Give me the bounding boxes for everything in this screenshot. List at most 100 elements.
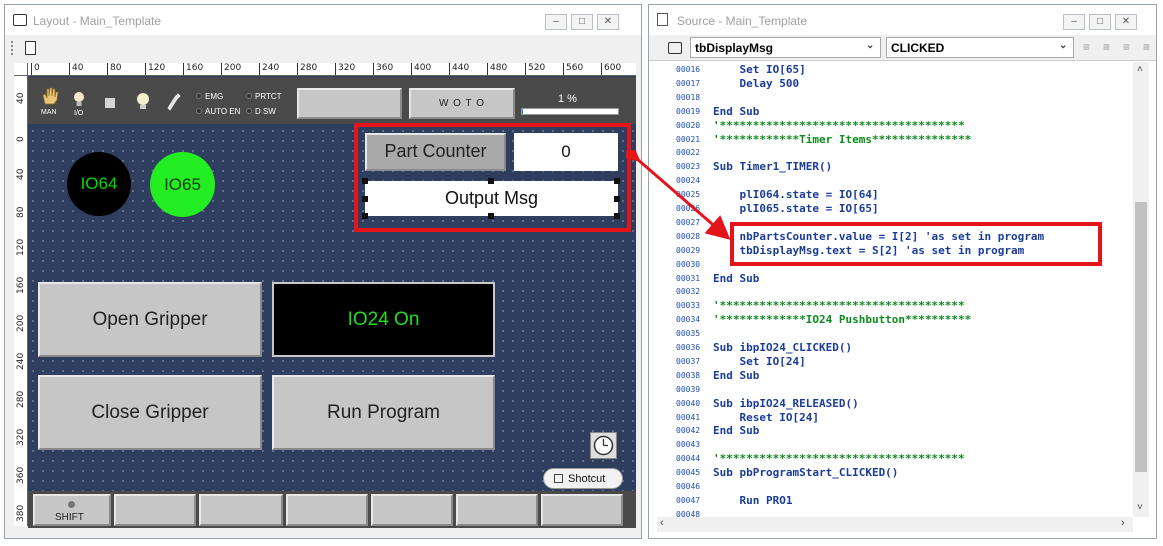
close-gripper-button[interactable]: Close Gripper [38,375,262,450]
man-label: MAN [41,109,57,116]
grip-icon [11,41,13,55]
io-label: I/O [74,110,84,117]
ruler-tick: 520 [525,63,545,75]
scroll-left-icon[interactable]: ‹ [660,517,664,529]
event-select-value: CLICKED [891,41,945,55]
line-number: 00044 [676,454,701,464]
code-line: Reset IO[24] [713,410,819,424]
source-titlebar[interactable]: Source - Main_Template – □ ✕ [649,5,1156,35]
dsw-led [246,108,252,114]
edit-icon [554,474,563,483]
lightbulb-icon [74,92,84,106]
link-arrow [626,150,731,240]
io65-lamp[interactable]: IO65 [150,152,215,217]
line-number: 00033 [676,301,701,311]
ruler-tick: 320 [16,428,26,446]
emg-label: EMG [205,92,224,101]
ruler-tick: 240 [259,63,279,75]
ruler-tick: 0 [16,136,26,142]
blank-status-button[interactable] [297,88,402,119]
soft-key-3[interactable] [286,494,368,526]
soft-key-4[interactable] [371,494,453,526]
outdent-icon[interactable]: ≡ [1103,40,1110,54]
code-line: Sub pbProgramStart_CLICKED() [713,466,899,480]
run-program-button[interactable]: Run Program [272,375,495,450]
code-editor[interactable]: 00016 Set IO[65] 00017 Delay 500 00018 0001… [657,62,1133,517]
line-number: 00042 [676,426,701,436]
chevron-down-icon: ⌄ [1059,40,1068,51]
minimize-button[interactable]: – [1063,14,1085,30]
progress-fill [522,109,523,114]
line-number: 00038 [676,370,701,380]
document-icon[interactable] [25,41,36,55]
ruler-tick: 40 [16,92,26,104]
vertical-scrollbar[interactable]: ˄ ˅ [1133,62,1149,517]
code-line: '************************************* [713,452,965,466]
code-line: Run PRO1 [713,493,793,507]
shortcut-button[interactable]: Shotcut [543,468,623,489]
line-number: 00046 [676,482,701,491]
soft-key-6[interactable] [541,494,623,526]
soft-key-2[interactable] [199,494,283,526]
minimize-button[interactable]: – [545,14,567,30]
scroll-right-icon[interactable]: › [1121,517,1125,529]
maximize-button[interactable]: □ [571,14,593,30]
horizontal-ruler: 0 40 80 120 160 200 240 280 320 360 400 440 480 520 56… [14,63,636,76]
io24-on-button[interactable]: IO24 On [272,282,495,357]
soft-key-1[interactable] [114,494,196,526]
horizontal-scrollbar[interactable]: ‹ › [657,517,1133,532]
shift-led [68,501,75,508]
line-number: 00036 [676,343,701,352]
code-line: plI065.state = IO[65] [713,202,879,215]
line-number: 00043 [676,440,701,450]
prtct-label: PRTCT [255,92,282,101]
line-number: 00030 [676,259,701,269]
status-bar: MAN I/O EMG PRTCT AUTO EN D SW W O T O 1… [28,77,636,124]
code-line: '************Timer Items*************** [713,132,972,146]
format-icon[interactable]: ≡ [1123,40,1130,54]
ruler-tick: 240 [16,352,26,370]
overflow-icon[interactable]: ≡ [1143,40,1150,54]
wrench-icon [167,93,181,111]
ruler-tick: 160 [183,63,203,75]
layout-titlebar[interactable]: Layout - Main_Template – □ ✕ [5,5,641,35]
line-number: 00017 [676,78,701,88]
close-button[interactable]: ✕ [597,14,619,30]
shift-key[interactable]: SHIFT [33,494,111,526]
maximize-button[interactable]: □ [1089,14,1111,30]
woto-button[interactable]: W O T O [409,88,515,119]
code-line: '************************************* [713,118,965,132]
source-window-title: Source - Main_Template [677,14,808,28]
hand-icon [42,87,59,105]
shift-label: SHIFT [55,512,84,523]
indent-icon[interactable]: ≡ [1083,40,1090,54]
line-number: 00031 [676,273,701,283]
open-gripper-button[interactable]: Open Gripper [38,282,262,357]
ruler-tick: 40 [16,168,26,180]
scroll-down-icon[interactable]: ˅ [1137,502,1143,513]
code-line: Set IO[65] [713,63,806,76]
ruler-tick: 120 [145,63,165,75]
chevron-down-icon: ⌄ [866,40,875,51]
line-number: 00047 [676,495,701,505]
scrollbar-thumb[interactable] [1135,202,1147,472]
scroll-up-icon[interactable]: ˄ [1137,64,1143,75]
ruler-tick: 200 [221,63,241,75]
code-line: Delay 500 [713,76,800,90]
code-line: End Sub [713,271,760,285]
code-line: Sub ibpIO24_RELEASED() [713,396,859,410]
clock-icon[interactable] [590,432,617,459]
object-select[interactable]: tbDisplayMsg ⌄ [690,37,881,58]
event-select[interactable]: CLICKED ⌄ [886,37,1074,58]
soft-key-5[interactable] [456,494,538,526]
ruler-tick: 360 [16,466,26,484]
ruler-tick: 380 [16,504,26,522]
close-button[interactable]: ✕ [1115,14,1137,30]
ruler-tick: 400 [411,63,431,75]
window-icon[interactable] [668,42,682,54]
code-line: End Sub [713,368,760,382]
line-number: 00021 [676,134,701,144]
layout-toolbar [5,35,641,63]
io64-lamp[interactable]: IO64 [67,152,131,216]
line-number: 00041 [676,412,701,422]
